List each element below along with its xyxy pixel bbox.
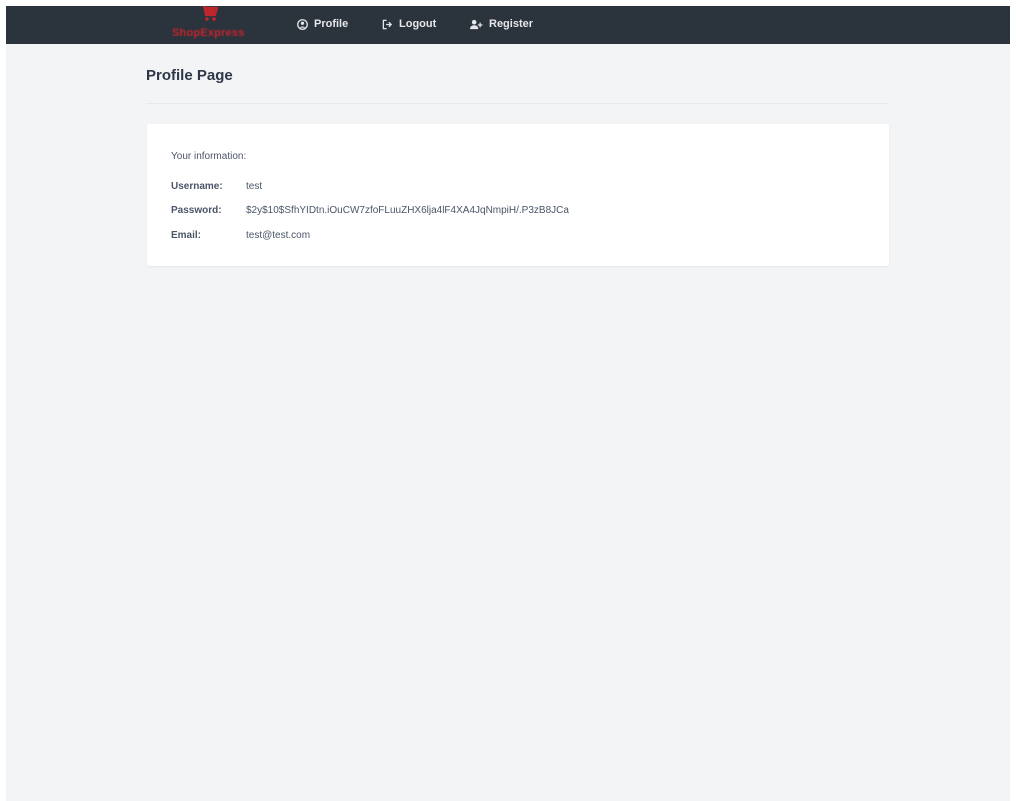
brand-logo[interactable]: ShopExpress [167,6,267,44]
nav-logout-link[interactable]: Logout [382,15,436,33]
page-title: Profile Page [146,67,233,84]
app-window: ShopExpress Profile Logout Register Prof… [6,6,1010,801]
username-value: test [246,181,263,192]
user-circle-icon [297,18,308,30]
sign-out-icon [382,19,393,29]
nav-register-label: Register [489,18,534,30]
nav-logout-label: Logout [399,18,437,30]
password-value: $2y$10$SfhYIDtn.iOuCW7zfoFLuuZHX6lja4lF4… [246,205,569,216]
email-value: test@test.com [246,230,311,241]
user-plus-icon [470,19,483,29]
email-label: Email: [171,230,202,241]
profile-heading: Your information: [171,151,247,162]
title-divider [146,103,889,104]
nav-register-link[interactable]: Register [469,15,533,33]
nav-profile-label: Profile [314,18,349,30]
profile-card: Your information: Username: test Passwor… [147,124,889,266]
shopping-cart-icon [201,6,219,21]
password-label: Password: [171,205,222,216]
username-label: Username: [171,181,223,192]
top-navbar: ShopExpress Profile Logout Register [6,6,1010,44]
nav-profile-link[interactable]: Profile [297,15,348,33]
brand-name: ShopExpress [172,27,245,39]
